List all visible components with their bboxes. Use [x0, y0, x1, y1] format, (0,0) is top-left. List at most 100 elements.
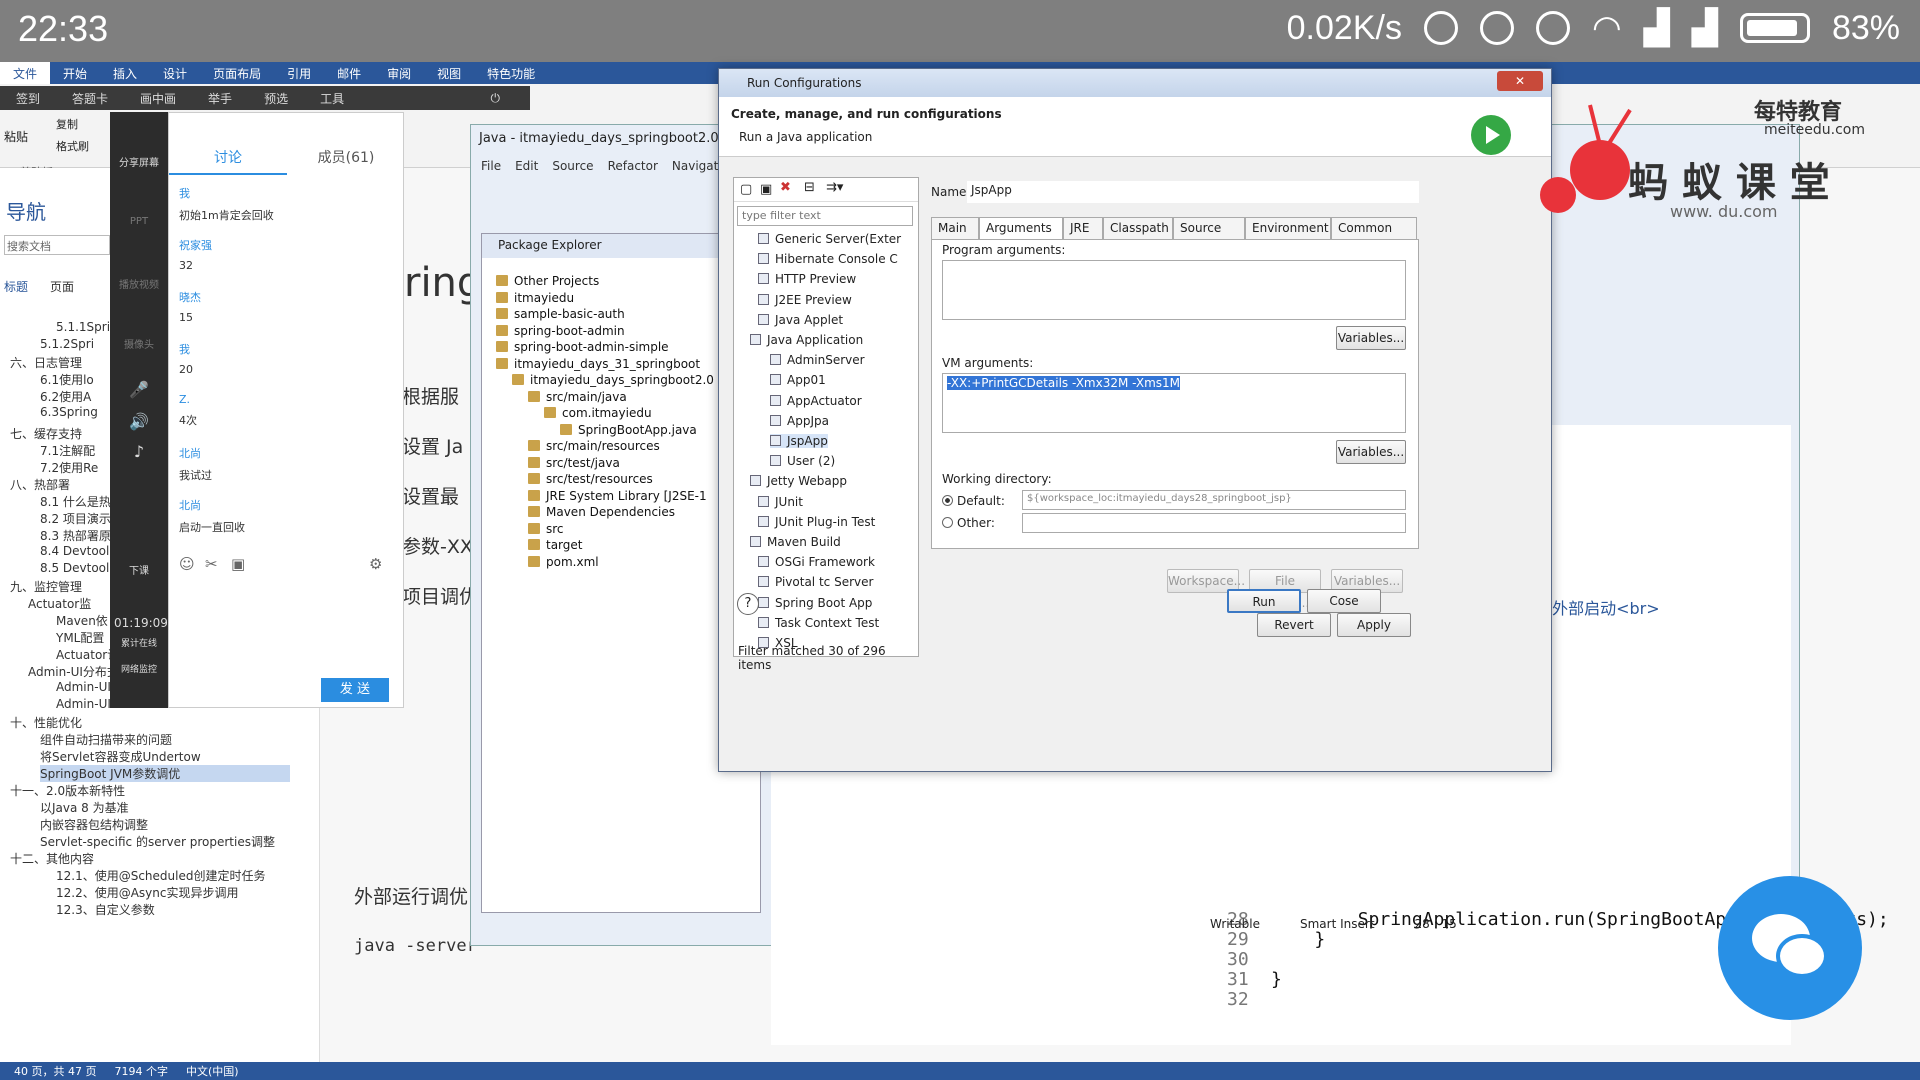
nav-heading-item[interactable]: 九、监控管理 — [10, 578, 82, 595]
vm-args-field[interactable]: -XX:+PrintGCDetails -Xmx32M -Xms1M — [942, 373, 1406, 433]
launch-config-item[interactable]: HTTP Preview — [758, 272, 856, 286]
package-tree-item[interactable]: spring-boot-admin-simple — [496, 340, 669, 354]
launch-config-item[interactable]: OSGi Framework — [758, 555, 875, 569]
close-button[interactable]: Cose — [1307, 589, 1381, 613]
ribbon-tab-file[interactable]: 文件 — [0, 62, 51, 84]
nav-heading-item[interactable]: Maven依 — [56, 612, 108, 629]
nav-heading-item[interactable]: 七、缓存支持 — [10, 425, 82, 442]
config-tab[interactable]: Arguments — [979, 217, 1063, 239]
other-radio[interactable]: Other: — [942, 516, 995, 530]
menu-refactor[interactable]: Refactor — [608, 159, 658, 173]
paste-button[interactable]: 粘贴 — [4, 128, 28, 145]
nav-heading-item[interactable]: Actuator监 — [28, 595, 91, 612]
launch-config-item[interactable]: Hibernate Console C — [758, 252, 898, 266]
ribbon-tab-home[interactable]: 开始 — [50, 62, 100, 84]
mic-icon[interactable]: 🎤 — [114, 380, 164, 399]
collapse-icon[interactable]: ⊟ — [804, 180, 815, 195]
camera-button[interactable]: 摄像头 — [114, 336, 164, 351]
config-tab[interactable]: Environment — [1245, 217, 1331, 239]
raise-hand-button[interactable]: 举手 — [192, 90, 248, 107]
package-tree-item[interactable]: pom.xml — [528, 555, 599, 569]
default-radio[interactable]: Default: — [942, 494, 1005, 508]
nav-heading-item[interactable]: 6.3Spring — [40, 405, 98, 419]
nav-heading-item[interactable]: 8.3 热部署原 — [40, 527, 111, 544]
nav-heading-item[interactable]: 12.3、自定义参数 — [56, 901, 155, 918]
package-tree-item[interactable]: spring-boot-admin — [496, 324, 625, 338]
answer-card-button[interactable]: 答题卡 — [56, 90, 124, 107]
launch-config-item[interactable]: App01 — [770, 373, 826, 387]
ribbon-tab-review[interactable]: 审阅 — [374, 62, 424, 84]
nav-heading-item[interactable]: 12.1、使用@Scheduled创建定时任务 — [56, 867, 265, 884]
package-tree-item[interactable]: com.itmayiedu — [544, 406, 652, 420]
power-icon[interactable]: ⏻ — [475, 91, 531, 106]
package-tree-item[interactable]: src/test/resources — [528, 472, 653, 486]
variables-button-program[interactable]: Variables... — [1336, 326, 1406, 350]
config-tab[interactable]: Source — [1173, 217, 1245, 239]
play-video-button[interactable]: 播放视频 — [114, 276, 164, 291]
package-tree-item[interactable]: src — [528, 522, 564, 536]
ppt-button[interactable]: PPT — [114, 216, 164, 227]
ribbon-tab-layout[interactable]: 页面布局 — [200, 62, 274, 84]
ribbon-tab-insert[interactable]: 插入 — [100, 62, 150, 84]
image-icon[interactable]: ▣ — [231, 555, 245, 573]
nav-heading-item[interactable]: 以Java 8 为基准 — [40, 799, 129, 816]
send-button[interactable]: 发 送 — [321, 678, 389, 702]
launch-config-item[interactable]: Java Applet — [758, 313, 843, 327]
nav-search-input[interactable]: 搜索文档 — [4, 235, 110, 255]
variables-button-vm[interactable]: Variables... — [1336, 440, 1406, 464]
revert-button[interactable]: Revert — [1257, 613, 1331, 637]
nav-heading-item[interactable]: 将Servlet容器变成Undertow — [40, 748, 201, 765]
nav-heading-item[interactable]: 内嵌容器包结构调整 — [40, 816, 148, 833]
nav-heading-item[interactable]: 十、性能优化 — [10, 714, 82, 731]
package-tree-item[interactable]: JRE System Library [J2SE-1 — [528, 489, 707, 503]
nav-heading-item[interactable]: 8.5 Devtool — [40, 561, 109, 575]
nav-heading-item[interactable]: 12.2、使用@Async实现异步调用 — [56, 884, 239, 901]
filter-input[interactable]: type filter text — [737, 206, 913, 226]
tab-members[interactable]: 成员(61) — [287, 113, 405, 175]
launch-config-item[interactable]: JspApp — [770, 434, 828, 448]
music-icon[interactable]: ♪ — [114, 442, 164, 461]
launch-config-item[interactable]: JUnit Plug-in Test — [758, 515, 875, 529]
settings-icon[interactable]: ⚙ — [369, 555, 382, 573]
nav-heading-item[interactable]: 7.2使用Re — [40, 459, 98, 476]
config-tab[interactable]: Common — [1331, 217, 1417, 239]
nav-heading-item[interactable]: 5.1.2Spri — [40, 337, 94, 351]
launch-config-item[interactable]: Maven Build — [750, 535, 841, 549]
nav-heading-item[interactable]: 8.2 项目演示 — [40, 510, 111, 527]
launch-config-item[interactable]: J2EE Preview — [758, 293, 852, 307]
nav-tab-pages[interactable]: 页面 — [50, 278, 74, 295]
nav-heading-item[interactable]: Servlet-specific 的server properties调整 — [40, 833, 275, 850]
preselect-button[interactable]: 预选 — [248, 90, 304, 107]
package-tree-item[interactable]: src/main/java — [528, 390, 627, 404]
nav-heading-item[interactable]: 十二、其他内容 — [10, 850, 94, 867]
nav-heading-item[interactable]: 5.1.1Spri — [56, 320, 110, 334]
duplicate-icon[interactable]: ▣ — [760, 182, 772, 197]
menu-edit[interactable]: Edit — [515, 159, 538, 173]
nav-heading-item[interactable]: 6.2使用A — [40, 388, 91, 405]
launch-config-item[interactable]: Pivotal tc Server — [758, 575, 873, 589]
launch-config-item[interactable]: Task Context Test — [758, 616, 879, 630]
new-config-icon[interactable]: ▢ — [740, 182, 752, 197]
nav-heading-item[interactable]: 八、热部署 — [10, 476, 70, 493]
pip-button[interactable]: 画中画 — [124, 90, 192, 107]
launch-config-item[interactable]: Jetty Webapp — [750, 474, 847, 488]
launch-config-item[interactable]: Generic Server(Exter — [758, 232, 901, 246]
volume-icon[interactable]: 🔊 — [114, 412, 164, 431]
program-args-field[interactable] — [942, 260, 1406, 320]
nav-tab-headings[interactable]: 标题 — [4, 278, 28, 295]
package-tree-item[interactable]: src/test/java — [528, 456, 620, 470]
nav-heading-item[interactable]: 6.1使用lo — [40, 371, 94, 388]
help-icon[interactable]: ? — [737, 593, 759, 615]
package-tree-item[interactable]: sample-basic-auth — [496, 307, 625, 321]
name-field[interactable]: JspApp — [967, 181, 1419, 203]
ribbon-tab-references[interactable]: 引用 — [274, 62, 324, 84]
config-tab[interactable]: JRE — [1063, 217, 1103, 239]
package-tree-item[interactable]: itmayiedu_days_springboot2.0 — [512, 373, 714, 387]
menu-file[interactable]: File — [481, 159, 501, 173]
close-icon[interactable]: ✕ — [1497, 71, 1543, 91]
launch-config-item[interactable]: Java Application — [750, 333, 863, 347]
nav-heading-item[interactable]: 8.4 Devtool — [40, 544, 109, 558]
launch-config-item[interactable]: AppActuator — [770, 394, 862, 408]
launch-config-item[interactable]: AdminServer — [770, 353, 865, 367]
nav-heading-item[interactable]: 十一、2.0版本新特性 — [10, 782, 125, 799]
